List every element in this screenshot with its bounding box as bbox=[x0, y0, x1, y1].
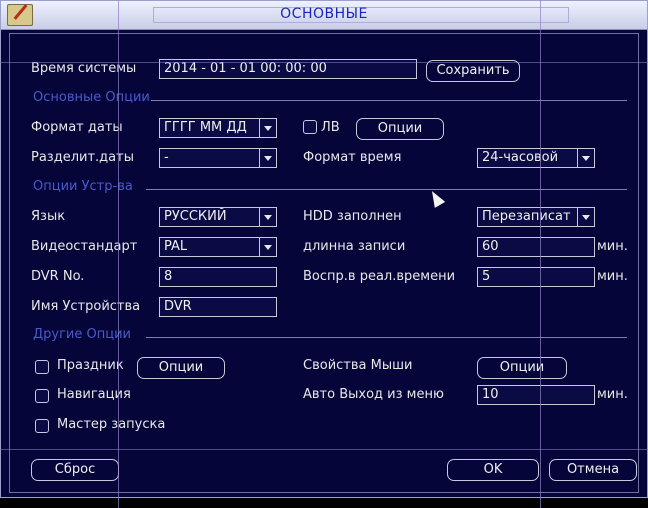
record-length-label: длинна записи bbox=[303, 239, 406, 254]
hdd-full-value: Перезаписат bbox=[482, 209, 571, 224]
video-standard-label: Видеостандарт bbox=[31, 239, 138, 254]
chevron-down-icon bbox=[577, 149, 594, 167]
section-divider bbox=[146, 189, 627, 190]
section-other-options: Другие Опции bbox=[33, 327, 131, 342]
chevron-down-icon bbox=[259, 208, 276, 226]
mouse-props-label: Свойства Мыши bbox=[303, 358, 413, 373]
device-name-label: Имя Устройства bbox=[31, 299, 141, 314]
holiday-label: Праздник bbox=[57, 358, 124, 373]
save-time-button[interactable]: Сохранить bbox=[426, 60, 520, 82]
title-bar: ОСНОВНЫЕ bbox=[1, 1, 647, 30]
auto-logout-label: Авто Выход из меню bbox=[303, 387, 444, 402]
cancel-button[interactable]: Отмена bbox=[549, 459, 637, 481]
holiday-checkbox[interactable] bbox=[35, 360, 49, 374]
hdd-full-label: HDD заполнен bbox=[303, 209, 402, 224]
mouse-options-button[interactable]: Опции bbox=[477, 357, 567, 379]
date-format-label: Формат даты bbox=[31, 120, 123, 135]
system-time-label: Время системы bbox=[31, 61, 137, 76]
date-format-value: ГГГГ ММ ДД bbox=[164, 120, 247, 135]
chevron-down-icon bbox=[259, 238, 276, 256]
date-separator-value: - bbox=[164, 150, 169, 165]
dvr-no-label: DVR No. bbox=[31, 269, 85, 284]
section-divider bbox=[151, 100, 627, 101]
time-format-value: 24-часовой bbox=[482, 150, 559, 165]
chevron-down-icon bbox=[259, 119, 276, 137]
guide-line bbox=[118, 0, 119, 508]
section-basic-options: Основные Опции bbox=[33, 90, 150, 105]
language-select[interactable]: РУССКИЙ bbox=[159, 207, 277, 227]
video-standard-select[interactable]: PAL bbox=[159, 237, 277, 257]
holiday-options-button[interactable]: Опции bbox=[137, 357, 225, 379]
language-value: РУССКИЙ bbox=[164, 209, 227, 224]
dvr-no-input[interactable]: 8 bbox=[159, 267, 277, 287]
chevron-down-icon bbox=[259, 149, 276, 167]
guide-line bbox=[540, 0, 541, 508]
hdd-full-select[interactable]: Перезаписат bbox=[477, 207, 595, 227]
chevron-down-icon bbox=[577, 208, 594, 226]
language-label: Язык bbox=[31, 209, 66, 224]
guide-line bbox=[0, 449, 648, 450]
time-format-select[interactable]: 24-часовой bbox=[477, 148, 595, 168]
record-length-input[interactable]: 60 bbox=[477, 237, 595, 257]
realtime-playback-input[interactable]: 5 bbox=[477, 267, 595, 287]
navigation-label: Навигация bbox=[57, 387, 131, 402]
device-name-input[interactable]: DVR bbox=[159, 297, 277, 317]
guide-line bbox=[0, 62, 648, 63]
section-divider bbox=[146, 337, 627, 338]
auto-logout-unit: мин. bbox=[597, 387, 628, 402]
startup-wizard-checkbox[interactable] bbox=[35, 419, 49, 433]
dst-label: ЛВ bbox=[321, 120, 340, 135]
window-title: ОСНОВНЫЕ bbox=[280, 6, 368, 22]
settings-dialog: ОСНОВНЫЕ Время системы 2014 - 01 - 01 00… bbox=[0, 0, 648, 498]
startup-wizard-label: Мастер запуска bbox=[57, 417, 166, 432]
reset-button[interactable]: Сброс bbox=[31, 459, 119, 481]
record-length-unit: мин. bbox=[597, 239, 628, 254]
navigation-checkbox[interactable] bbox=[35, 389, 49, 403]
dst-checkbox[interactable] bbox=[303, 120, 317, 134]
date-separator-select[interactable]: - bbox=[159, 148, 277, 168]
realtime-playback-label: Воспр.в реал.времени bbox=[303, 269, 456, 284]
time-format-label: Формат время bbox=[303, 150, 402, 165]
dst-options-button[interactable]: Опции bbox=[356, 118, 444, 140]
video-standard-value: PAL bbox=[164, 239, 188, 254]
ok-button[interactable]: OK bbox=[447, 459, 539, 481]
auto-logout-input[interactable]: 10 bbox=[477, 385, 595, 405]
date-format-select[interactable]: ГГГГ ММ ДД bbox=[159, 118, 277, 138]
realtime-playback-unit: мин. bbox=[597, 269, 628, 284]
